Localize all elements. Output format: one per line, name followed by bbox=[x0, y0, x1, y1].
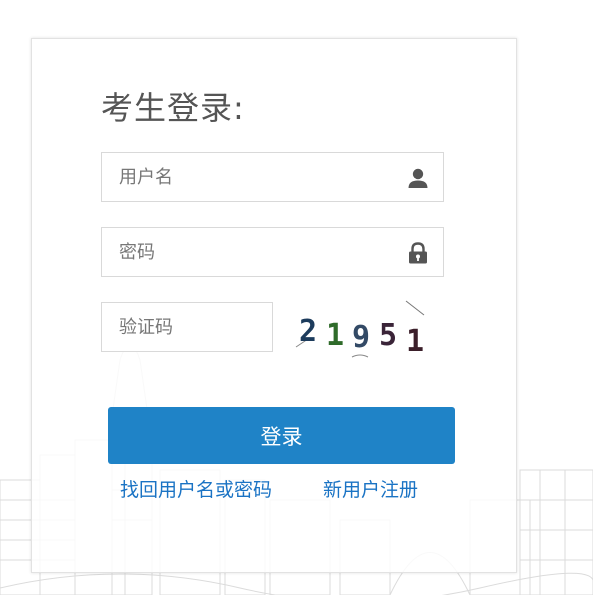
svg-text:1: 1 bbox=[326, 318, 344, 353]
captcha-field[interactable] bbox=[101, 302, 273, 352]
user-icon bbox=[408, 168, 428, 188]
lock-icon bbox=[409, 242, 427, 264]
password-field[interactable] bbox=[101, 227, 444, 277]
register-link[interactable]: 新用户注册 bbox=[323, 475, 418, 502]
username-field[interactable] bbox=[101, 152, 444, 202]
svg-text:2: 2 bbox=[299, 314, 317, 349]
login-title: 考生登录: bbox=[101, 89, 245, 127]
captcha-input[interactable] bbox=[119, 303, 259, 351]
captcha-image[interactable]: 2 1 9 5 1 bbox=[294, 299, 436, 365]
svg-text:9: 9 bbox=[352, 320, 370, 355]
recover-account-link[interactable]: 找回用户名或密码 bbox=[120, 475, 272, 502]
svg-text:5: 5 bbox=[379, 318, 397, 353]
svg-text:1: 1 bbox=[406, 324, 424, 359]
login-panel: 考生登录: 2 1 9 5 1 登录 找回用户名或密码 新用户注册 bbox=[31, 38, 517, 573]
password-input[interactable] bbox=[119, 228, 389, 276]
login-button[interactable]: 登录 bbox=[108, 407, 455, 464]
username-input[interactable] bbox=[119, 153, 389, 201]
